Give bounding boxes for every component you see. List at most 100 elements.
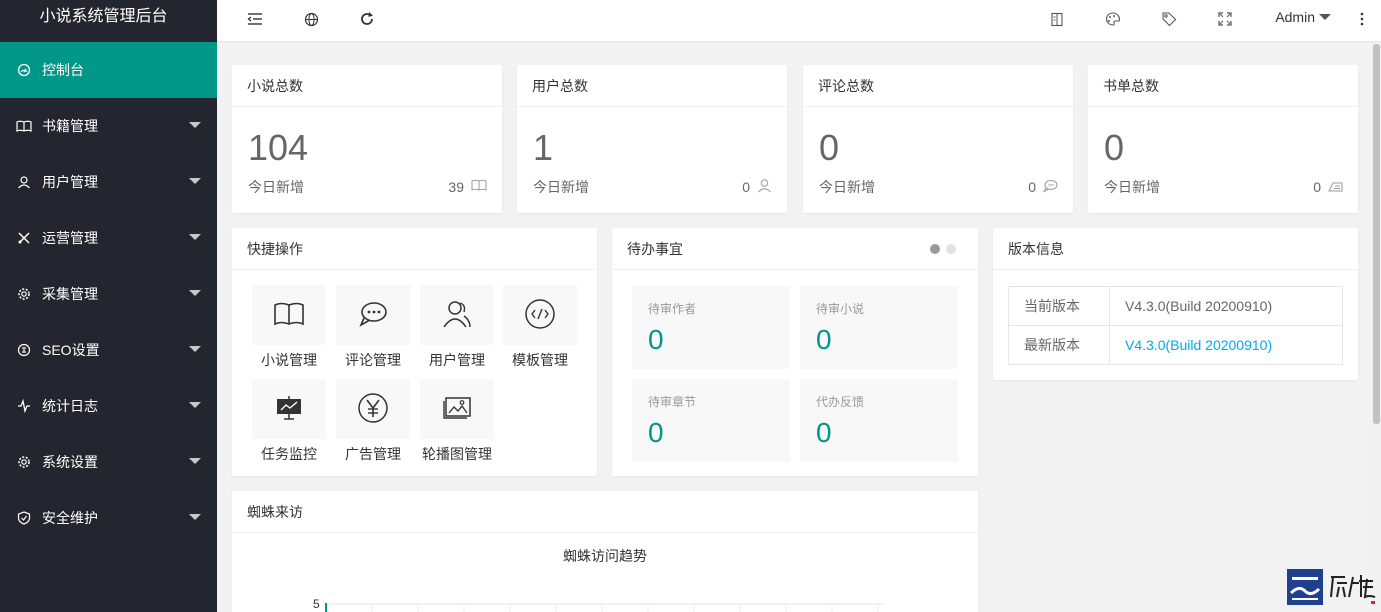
sidebar-item-collect[interactable]: 采集管理 [0,266,217,322]
dashboard-icon [16,62,32,78]
sidebar-item-seo[interactable]: SEO设置 [0,322,217,378]
more-icon[interactable] [1352,9,1372,29]
sidebar-item-dashboard[interactable]: 控制台 [0,42,217,98]
refresh-icon[interactable] [357,9,377,29]
stat-foot-label: 今日新增 [819,179,875,195]
todo-value: 0 [816,324,832,355]
stat-card-booklists: 书单总数 0 今日新增 0 [1088,65,1358,213]
quick-tasks[interactable]: 任务监控 [252,379,326,464]
seo-icon [16,342,32,358]
quick-label: 评论管理 [345,352,401,368]
stat-value: 104 [248,127,309,168]
sidebar-item-label: 书籍管理 [42,118,98,134]
card-title: 用户总数 [517,65,787,107]
stat-value: 1 [533,127,554,168]
tag-icon[interactable] [1159,9,1179,29]
app-title: 小说系统管理后台 [39,8,168,25]
image-icon [442,396,472,423]
users-icon [442,299,472,332]
carousel-dot[interactable] [946,244,956,254]
sidebar: 小说系统管理后台 控制台 书籍管理 用户管理 运营管理 采集管理 SEO设置 统… [0,0,217,612]
quick-label: 任务监控 [261,446,317,462]
username: Admin [1275,9,1315,25]
stat-foot-value: 39 [448,179,464,195]
stat-foot-label: 今日新增 [533,179,589,195]
scrollbar-thumb[interactable] [1373,44,1380,424]
stat-value: 0 [819,127,840,168]
stat-footer: 今日新增 39 [248,177,487,197]
todo-feedback[interactable]: 代办反馈 0 [800,379,958,462]
globe-icon[interactable] [301,9,321,29]
card-title: 版本信息 [993,228,1358,270]
stat-foot-value: 0 [1313,179,1321,195]
brand-logo [1287,569,1379,605]
user-icon [16,174,32,190]
version-table: 当前版本 V4.3.0(Build 20200910) 最新版本 V4.3.0(… [1008,286,1343,365]
chevron-down-icon [189,122,201,128]
sidebar-item-label: 统计日志 [42,398,98,414]
version-value: V4.3.0(Build 20200910) [1109,286,1343,326]
chevron-down-icon [189,234,201,240]
todo-pending-chapters[interactable]: 待审章节 0 [632,379,790,462]
stat-foot-value: 0 [1028,179,1036,195]
sidebar-item-label: 控制台 [42,62,84,78]
sidebar-item-label: 安全维护 [42,510,98,526]
stat-foot-value: 0 [742,179,750,195]
quick-users[interactable]: 用户管理 [420,285,494,370]
sidebar-item-operations[interactable]: 运营管理 [0,210,217,266]
todo-label: 代办反馈 [816,395,865,409]
quick-ads[interactable]: 广告管理 [336,379,410,464]
sidebar-item-users[interactable]: 用户管理 [0,154,217,210]
quick-comments[interactable]: 评论管理 [336,285,410,370]
theme-icon[interactable] [1103,9,1123,29]
sidebar-item-security[interactable]: 安全维护 [0,490,217,546]
sidebar-item-label: 采集管理 [42,286,98,302]
sidebar-item-books[interactable]: 书籍管理 [0,98,217,154]
sidebar-item-label: 系统设置 [42,454,98,470]
todo-value: 0 [648,417,664,448]
yen-icon [357,392,389,427]
pulse-icon [16,398,32,414]
booklist-icon [1328,179,1343,195]
chevron-down-icon [189,514,201,520]
todo-pending-authors[interactable]: 待审作者 0 [632,286,790,369]
latest-version-link[interactable]: V4.3.0(Build 20200910) [1125,337,1272,353]
card-title: 蜘蛛来访 [232,491,978,533]
fullscreen-icon[interactable] [1215,9,1235,29]
card-title: 书单总数 [1088,65,1358,107]
stat-card-novels: 小说总数 104 今日新增 39 [232,65,502,213]
book-icon [16,118,32,134]
todo-card: 待办事宜 待审作者 0 待审小说 0 待审章节 0 代办反馈 0 [612,228,978,476]
sidebar-item-settings[interactable]: 系统设置 [0,434,217,490]
note-icon[interactable] [1047,9,1067,29]
carousel-dot[interactable] [930,244,940,254]
menu-fold-icon[interactable] [245,9,265,29]
todo-value: 0 [648,324,664,355]
quick-icon-box [252,285,326,345]
quick-carousel[interactable]: 轮播图管理 [420,379,494,464]
quick-label: 小说管理 [261,352,317,368]
quick-label: 模板管理 [512,352,568,368]
todo-label: 待审作者 [648,302,697,316]
chevron-down-icon [189,290,201,296]
quick-novels[interactable]: 小说管理 [252,285,326,370]
chevron-down-icon [1319,14,1331,20]
todo-pending-novels[interactable]: 待审小说 0 [800,286,958,369]
user-menu[interactable]: Admin [1275,9,1331,25]
settings-icon [16,454,32,470]
quick-icon-box [420,379,494,439]
stat-foot-label: 今日新增 [1104,179,1160,195]
todo-label: 待审章节 [648,395,697,409]
comment-icon [358,300,388,331]
stat-value: 0 [1104,127,1125,168]
chart-grid [324,603,884,612]
page-scrollbar[interactable] [1372,42,1381,612]
quick-templates[interactable]: 模板管理 [503,285,577,370]
chevron-down-icon [189,178,201,184]
chevron-down-icon [189,346,201,352]
spider-card: 蜘蛛来访 蜘蛛访问趋势 5 [232,491,978,612]
book-open-icon [273,301,305,330]
sidebar-item-stats[interactable]: 统计日志 [0,378,217,434]
tools-icon [16,230,32,246]
y-axis-tick: 5 [313,597,320,611]
